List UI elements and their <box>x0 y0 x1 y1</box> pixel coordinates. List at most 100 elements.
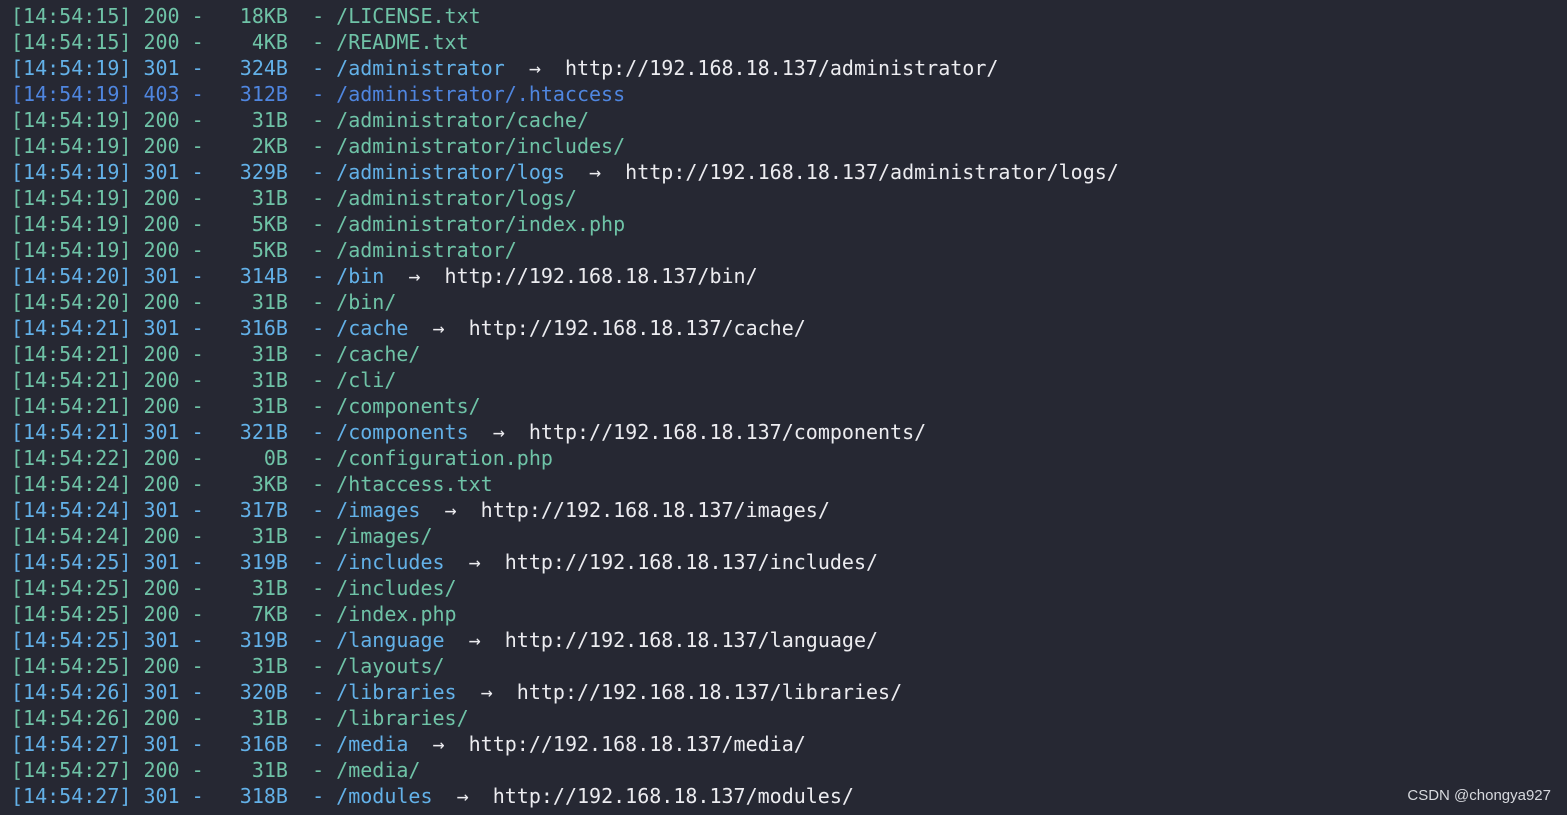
log-size: 316B <box>227 316 288 340</box>
redirect-arrow: → <box>444 628 505 652</box>
log-separator: - <box>287 160 337 184</box>
log-status-code: 301 <box>143 680 180 704</box>
log-separator: - <box>179 290 228 314</box>
log-separator: - <box>287 56 337 80</box>
log-line: [14:54:25] 200 - 7KB - /index.php <box>11 601 457 627</box>
log-separator: - <box>287 472 337 496</box>
log-space <box>131 550 143 574</box>
log-space <box>131 680 143 704</box>
log-space <box>131 446 143 470</box>
log-status-code: 301 <box>143 160 180 184</box>
log-separator: - <box>287 446 337 470</box>
log-status-code: 301 <box>143 420 180 444</box>
log-separator: - <box>287 316 337 340</box>
log-path: /components <box>336 420 469 444</box>
log-separator: - <box>287 342 337 366</box>
log-line: [14:54:19] 200 - 2KB - /administrator/in… <box>11 133 625 159</box>
log-separator: - <box>179 212 228 236</box>
log-line: [14:54:19] 301 - 324B - /administrator →… <box>11 55 998 81</box>
log-separator: - <box>179 758 228 782</box>
log-status-code: 301 <box>143 264 180 288</box>
log-timestamp: [14:54:25] <box>11 602 132 626</box>
log-path: /images/ <box>336 524 433 548</box>
log-path: /images <box>336 498 421 522</box>
log-separator: - <box>287 420 337 444</box>
log-space <box>131 576 143 600</box>
log-separator: - <box>287 628 337 652</box>
log-separator: - <box>179 524 228 548</box>
log-timestamp: [14:54:19] <box>11 82 132 106</box>
log-space <box>131 30 143 54</box>
log-status-code: 200 <box>143 394 180 418</box>
redirect-arrow: → <box>408 316 469 340</box>
log-size: 31B <box>227 186 288 210</box>
log-timestamp: [14:54:24] <box>11 498 132 522</box>
log-separator: - <box>287 186 337 210</box>
log-size: 31B <box>227 576 288 600</box>
log-space <box>131 4 143 28</box>
log-size: 317B <box>227 498 288 522</box>
log-size: 319B <box>227 550 288 574</box>
log-separator: - <box>287 602 337 626</box>
log-status-code: 301 <box>143 56 180 80</box>
log-path: /modules <box>336 784 433 808</box>
log-size: 0B <box>227 446 288 470</box>
log-path: /cache/ <box>336 342 421 366</box>
log-separator: - <box>287 706 337 730</box>
log-size: 320B <box>227 680 288 704</box>
log-status-code: 200 <box>143 576 180 600</box>
log-timestamp: [14:54:25] <box>11 654 132 678</box>
log-line: [14:54:15] 200 - 18KB - /LICENSE.txt <box>11 3 481 29</box>
log-path: /bin <box>336 264 385 288</box>
redirect-arrow: → <box>432 784 493 808</box>
log-size: 31B <box>227 654 288 678</box>
log-timestamp: [14:54:21] <box>11 316 132 340</box>
log-size: 31B <box>227 394 288 418</box>
log-line: [14:54:19] 200 - 5KB - /administrator/ <box>11 237 517 263</box>
log-line: [14:54:26] 200 - 31B - /libraries/ <box>11 705 469 731</box>
log-separator: - <box>287 654 337 678</box>
log-status-code: 200 <box>143 30 180 54</box>
log-space <box>131 602 143 626</box>
redirect-arrow: → <box>468 420 529 444</box>
csdn-watermark: CSDN @chongya927 <box>1407 787 1551 804</box>
log-separator: - <box>287 82 337 106</box>
log-separator: - <box>287 758 337 782</box>
log-path: /libraries/ <box>336 706 469 730</box>
log-status-code: 200 <box>143 524 180 548</box>
log-line: [14:54:22] 200 - 0B - /configuration.php <box>11 445 553 471</box>
log-separator: - <box>287 550 337 574</box>
log-timestamp: [14:54:26] <box>11 680 132 704</box>
log-redirect-url: http://192.168.18.137/bin/ <box>444 264 758 288</box>
log-timestamp: [14:54:25] <box>11 628 132 652</box>
log-space <box>131 134 143 158</box>
log-line: [14:54:25] 200 - 31B - /includes/ <box>11 575 457 601</box>
log-redirect-url: http://192.168.18.137/language/ <box>504 628 879 652</box>
log-separator: - <box>179 732 228 756</box>
log-path: /cache <box>336 316 409 340</box>
log-separator: - <box>287 576 337 600</box>
log-space <box>131 108 143 132</box>
log-separator: - <box>179 550 228 574</box>
log-timestamp: [14:54:19] <box>11 134 132 158</box>
log-status-code: 301 <box>143 316 180 340</box>
log-path: /components/ <box>336 394 481 418</box>
log-separator: - <box>179 420 228 444</box>
log-path: /layouts/ <box>336 654 445 678</box>
log-redirect-url: http://192.168.18.137/administrator/ <box>564 56 999 80</box>
log-redirect-url: http://192.168.18.137/media/ <box>468 732 806 756</box>
redirect-arrow: → <box>504 56 565 80</box>
log-path: /media/ <box>336 758 421 782</box>
terminal-output[interactable]: [14:54:15] 200 - 18KB - /LICENSE.txt [14:… <box>0 0 1567 815</box>
log-timestamp: [14:54:19] <box>11 186 132 210</box>
log-separator: - <box>287 784 337 808</box>
log-path: /configuration.php <box>336 446 553 470</box>
log-space <box>131 732 143 756</box>
log-size: 314B <box>227 264 288 288</box>
log-separator: - <box>179 4 228 28</box>
log-path: /README.txt <box>336 30 469 54</box>
log-path: /administrator/logs/ <box>336 186 577 210</box>
log-separator: - <box>287 4 337 28</box>
log-line: [14:54:19] 200 - 5KB - /administrator/in… <box>11 211 625 237</box>
log-space <box>131 290 143 314</box>
